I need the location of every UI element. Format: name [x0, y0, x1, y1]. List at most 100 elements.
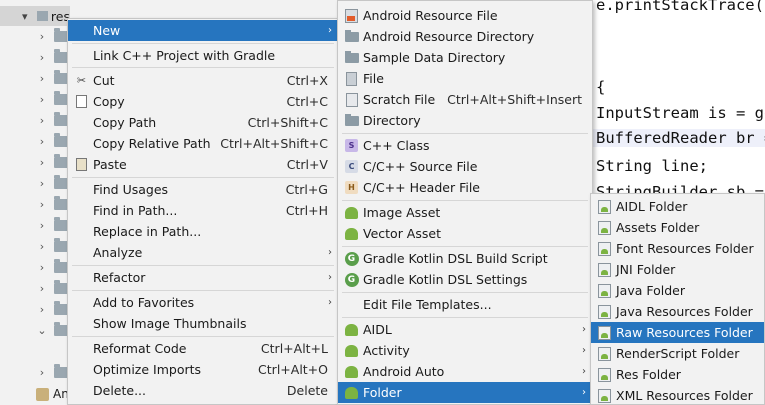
- chevron-right-icon[interactable]: ›: [34, 93, 50, 106]
- tree-row[interactable]: ›: [0, 362, 70, 383]
- folder-icon: [54, 70, 68, 84]
- menu-item-directory[interactable]: Directory: [338, 110, 592, 131]
- menu-item-cpp-class[interactable]: S C++ Class: [338, 135, 592, 156]
- menu-item-aidl[interactable]: AIDL ›: [338, 319, 592, 340]
- tree-node-an[interactable]: An: [36, 387, 69, 401]
- menu-item-optimize-imports[interactable]: Optimize Imports Ctrl+Alt+O: [68, 359, 338, 380]
- menu-item-java-resources-folder[interactable]: Java Resources Folder: [591, 301, 764, 322]
- menu-item-raw-resources-folder[interactable]: Raw Resources Folder: [591, 322, 764, 343]
- chevron-right-icon[interactable]: ›: [34, 72, 50, 85]
- menu-item-add-to-favorites[interactable]: Add to Favorites ›: [68, 292, 338, 313]
- tree-row[interactable]: ›: [0, 194, 70, 215]
- chevron-right-icon[interactable]: ›: [34, 303, 50, 316]
- tree-row[interactable]: ›: [0, 278, 70, 299]
- menu-separator: [342, 292, 588, 293]
- menu-item-cut[interactable]: ✂ Cut Ctrl+X: [68, 70, 338, 91]
- chevron-right-icon[interactable]: ›: [34, 51, 50, 64]
- menu-item-java-folder[interactable]: Java Folder: [591, 280, 764, 301]
- menu-item-font-resources-folder[interactable]: Font Resources Folder: [591, 238, 764, 259]
- menu-item-copy[interactable]: Copy Ctrl+C: [68, 91, 338, 112]
- tree-row[interactable]: ›: [0, 131, 70, 152]
- tree-row[interactable]: ›: [0, 26, 70, 47]
- menu-item-new[interactable]: New ›: [68, 20, 338, 41]
- chevron-right-icon[interactable]: ›: [34, 135, 50, 148]
- menu-item-res-folder[interactable]: Res Folder: [591, 364, 764, 385]
- chevron-down-icon[interactable]: ⌄: [34, 324, 50, 337]
- chevron-right-icon[interactable]: ›: [34, 30, 50, 43]
- menu-item-label: Res Folder: [616, 367, 681, 382]
- menu-item-activity[interactable]: Activity ›: [338, 340, 592, 361]
- menu-item-refactor[interactable]: Refactor ›: [68, 267, 338, 288]
- tree-row[interactable]: ›: [0, 89, 70, 110]
- menu-item-label: Image Asset: [363, 205, 441, 220]
- tree-row[interactable]: ›: [0, 47, 70, 68]
- chevron-right-icon[interactable]: ›: [34, 366, 50, 379]
- menu-item-link-cpp[interactable]: Link C++ Project with Gradle: [68, 45, 338, 66]
- menu-item-replace-in-path[interactable]: Replace in Path...: [68, 221, 338, 242]
- folder-icon: [344, 113, 359, 128]
- menu-item-file[interactable]: File: [338, 68, 592, 89]
- menu-item-copy-path[interactable]: Copy Path Ctrl+Shift+C: [68, 112, 338, 133]
- chevron-right-icon[interactable]: ›: [34, 261, 50, 274]
- menu-item-c-header-file[interactable]: H C/C++ Header File: [338, 177, 592, 198]
- tree-row[interactable]: ›: [0, 257, 70, 278]
- chevron-right-icon[interactable]: ›: [34, 114, 50, 127]
- menu-item-android-auto[interactable]: Android Auto ›: [338, 361, 592, 382]
- tree-row[interactable]: ›: [0, 236, 70, 257]
- menu-item-gradle-settings[interactable]: G Gradle Kotlin DSL Settings: [338, 269, 592, 290]
- chevron-right-icon[interactable]: ›: [34, 282, 50, 295]
- chevron-right-icon[interactable]: ›: [34, 198, 50, 211]
- folder-file-icon: [597, 388, 612, 403]
- tree-row[interactable]: ⌄: [0, 320, 70, 341]
- android-icon: [344, 343, 359, 358]
- menu-item-find-in-path[interactable]: Find in Path... Ctrl+H: [68, 200, 338, 221]
- menu-item-vector-asset[interactable]: Vector Asset: [338, 223, 592, 244]
- folder-file-icon: [597, 262, 612, 277]
- tree-row[interactable]: ›: [0, 215, 70, 236]
- chevron-right-icon[interactable]: ›: [34, 156, 50, 169]
- menu-item-c-source-file[interactable]: C C/C++ Source File: [338, 156, 592, 177]
- menu-item-assets-folder[interactable]: Assets Folder: [591, 217, 764, 238]
- menu-item-scratch-file[interactable]: Scratch File Ctrl+Alt+Shift+Insert: [338, 89, 592, 110]
- tree-row[interactable]: ›: [0, 299, 70, 320]
- menu-item-label: Find in Path...: [93, 203, 178, 218]
- menu-item-jni-folder[interactable]: JNI Folder: [591, 259, 764, 280]
- folder-submenu: AIDL Folder Assets Folder Font Resources…: [590, 193, 765, 405]
- menu-item-image-asset[interactable]: Image Asset: [338, 202, 592, 223]
- tree-node-res[interactable]: ▾ res: [0, 6, 70, 26]
- menu-item-label: Link C++ Project with Gradle: [93, 48, 276, 63]
- chevron-right-icon[interactable]: ›: [34, 240, 50, 253]
- chevron-right-icon[interactable]: ›: [34, 219, 50, 232]
- menu-item-copy-relative-path[interactable]: Copy Relative Path Ctrl+Alt+Shift+C: [68, 133, 338, 154]
- menu-item-edit-file-templates[interactable]: Edit File Templates...: [338, 294, 592, 315]
- code-line: String line;: [596, 157, 708, 175]
- menu-item-renderscript-folder[interactable]: RenderScript Folder: [591, 343, 764, 364]
- menu-item-delete[interactable]: Delete... Delete: [68, 380, 338, 401]
- menu-item-analyze[interactable]: Analyze ›: [68, 242, 338, 263]
- menu-item-find-usages[interactable]: Find Usages Ctrl+G: [68, 179, 338, 200]
- menu-item-label: Assets Folder: [616, 220, 700, 235]
- chevron-right-icon[interactable]: ›: [34, 177, 50, 190]
- chevron-right-icon: ›: [582, 345, 586, 356]
- file-icon: [344, 71, 359, 86]
- menu-item-paste[interactable]: Paste Ctrl+V: [68, 154, 338, 175]
- menu-item-gradle-build-script[interactable]: G Gradle Kotlin DSL Build Script: [338, 248, 592, 269]
- folder-file-icon: [597, 367, 612, 382]
- menu-item-show-thumbnails[interactable]: Show Image Thumbnails: [68, 313, 338, 334]
- menu-item-aidl-folder[interactable]: AIDL Folder: [591, 196, 764, 217]
- menu-item-android-resource-file[interactable]: Android Resource File: [338, 5, 592, 26]
- menu-item-xml-resources-folder[interactable]: XML Resources Folder: [591, 385, 764, 405]
- menu-item-sample-data-directory[interactable]: Sample Data Directory: [338, 47, 592, 68]
- context-menu: New › Link C++ Project with Gradle ✂ Cut…: [67, 18, 339, 405]
- menu-item-shortcut: Delete: [286, 383, 328, 398]
- menu-item-android-resource-directory[interactable]: Android Resource Directory: [338, 26, 592, 47]
- android-icon: [344, 385, 359, 400]
- chevron-down-icon[interactable]: ▾: [22, 10, 35, 23]
- folder-icon: [54, 49, 68, 63]
- menu-item-folder[interactable]: Folder ›: [338, 382, 592, 403]
- tree-row[interactable]: ›: [0, 68, 70, 89]
- menu-item-reformat-code[interactable]: Reformat Code Ctrl+Alt+L: [68, 338, 338, 359]
- tree-row[interactable]: ›: [0, 173, 70, 194]
- tree-row[interactable]: ›: [0, 110, 70, 131]
- tree-row[interactable]: ›: [0, 152, 70, 173]
